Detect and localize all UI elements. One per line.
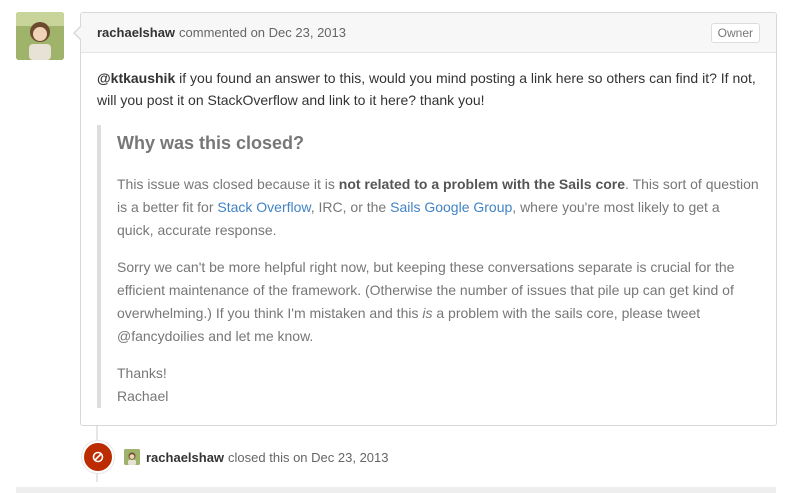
quote-text: , IRC, or the	[310, 199, 391, 215]
quote-signoff: Thanks! Rachael	[117, 362, 760, 408]
event-avatar[interactable]	[124, 449, 140, 465]
event-text: closed this on Dec 23, 2013	[228, 449, 389, 465]
quote-thanks: Thanks!	[117, 365, 167, 381]
sails-google-group-link[interactable]: Sails Google Group	[390, 199, 512, 215]
closed-reason-quote: Why was this closed? This issue was clos…	[97, 125, 760, 408]
quote-signature: Rachael	[117, 388, 169, 404]
comment-header: rachaelshaw commented on Dec 23, 2013 Ow…	[81, 13, 776, 53]
comment-intro: @ktkaushik if you found an answer to thi…	[97, 67, 760, 111]
user-mention-link[interactable]: @ktkaushik	[97, 70, 175, 86]
stack-overflow-link[interactable]: Stack Overflow	[217, 199, 310, 215]
event-author-link[interactable]: rachaelshaw	[146, 450, 224, 465]
closed-icon	[82, 441, 114, 473]
quote-text: This issue was closed because it is	[117, 176, 339, 192]
avatar-image	[16, 12, 64, 60]
comment-box: rachaelshaw commented on Dec 23, 2013 Ow…	[73, 12, 777, 426]
quote-paragraph-2: Sorry we can't be more helpful right now…	[117, 256, 760, 348]
avatar-image	[124, 449, 140, 465]
avatar[interactable]	[16, 12, 64, 60]
quote-italic: is	[422, 305, 433, 321]
owner-badge: Owner	[710, 22, 760, 43]
comment-body: @ktkaushik if you found an answer to thi…	[81, 53, 776, 408]
comment-intro-text: if you found an answer to this, would yo…	[97, 70, 756, 108]
circle-slash-icon	[92, 451, 104, 463]
timeline-divider	[16, 487, 776, 493]
closed-event: rachaelshaw closed this on Dec 23, 2013	[82, 441, 389, 473]
quote-emphasis: not related to a problem with the Sails …	[338, 176, 626, 192]
comment-timestamp[interactable]: commented on Dec 23, 2013	[179, 25, 346, 40]
comment-author-link[interactable]: rachaelshaw	[97, 25, 175, 40]
quote-heading: Why was this closed?	[117, 133, 305, 153]
quote-paragraph-1: This issue was closed because it is not …	[117, 173, 760, 242]
